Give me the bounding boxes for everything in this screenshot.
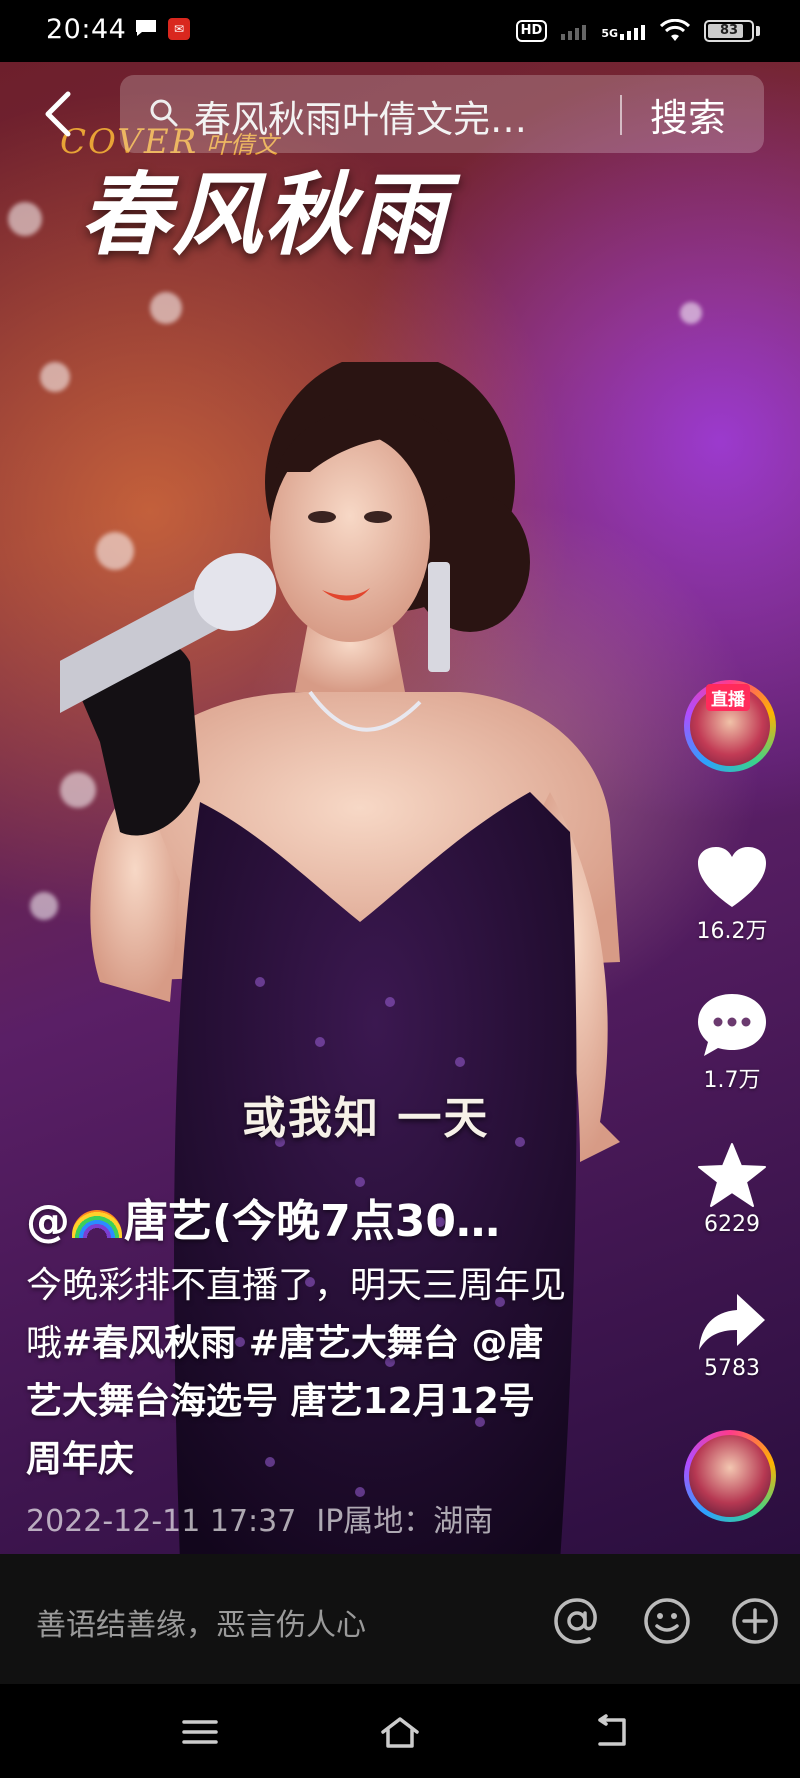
search-bar[interactable]: 春风秋雨叶倩文完… 搜索: [120, 75, 764, 153]
comment-input[interactable]: 善语结善缘，恶言伤人心: [36, 1600, 366, 1644]
signal-strong-icon: [620, 25, 645, 40]
comment-count: 1.7万: [703, 1068, 761, 1093]
comment-button[interactable]: 1.7万: [680, 992, 784, 1094]
share-button[interactable]: 5783: [680, 1292, 784, 1381]
battery-tip: [756, 26, 760, 36]
star-icon: [698, 1143, 766, 1207]
like-count: 16.2万: [696, 919, 768, 944]
author-avatar-image: [689, 1435, 771, 1517]
hd-badge: HD: [515, 20, 548, 42]
search-button[interactable]: 搜索: [650, 87, 726, 142]
hashtag-link[interactable]: #春风秋雨: [62, 1323, 236, 1364]
lyric-subtitle: 或我知 一天: [242, 1093, 490, 1144]
bokeh-light: [30, 892, 58, 920]
system-nav-bar: [0, 1684, 800, 1778]
emoji-icon[interactable]: [642, 1596, 692, 1646]
ip-location: IP属地：湖南: [316, 1504, 494, 1539]
status-indicators: HD 5G 83: [515, 14, 760, 48]
search-divider: [620, 95, 622, 135]
status-time: 20:44: [46, 14, 127, 45]
plus-icon[interactable]: [730, 1596, 780, 1646]
wifi-icon: [660, 19, 690, 41]
author-avatar[interactable]: [684, 1430, 776, 1522]
message-icon: [136, 20, 156, 36]
song-title-art: 春风秋雨: [80, 162, 448, 268]
battery-icon: 83: [704, 20, 754, 42]
live-avatar[interactable]: 直播: [684, 680, 776, 772]
comment-bar: 善语结善缘，恶言伤人心: [0, 1554, 800, 1684]
comment-icon: [698, 994, 766, 1056]
bokeh-light: [8, 202, 42, 236]
back-nav-icon[interactable]: [592, 1714, 632, 1750]
heart-icon: [698, 847, 766, 907]
signal-5g: 5G: [601, 22, 646, 40]
video-caption: 今晚彩排不直播了，明天三周年见哦#春风秋雨 #唐艺大舞台 @唐艺大舞台海选号 唐…: [26, 1257, 566, 1489]
back-button[interactable]: [38, 88, 78, 140]
home-icon[interactable]: [380, 1714, 420, 1750]
bokeh-light: [150, 292, 182, 324]
favorite-button[interactable]: 6229: [680, 1142, 784, 1237]
search-icon: [150, 99, 178, 127]
at-icon[interactable]: [552, 1596, 602, 1646]
post-date: 2022-12-11 17:37: [26, 1504, 297, 1539]
search-input[interactable]: 春风秋雨叶倩文完…: [194, 89, 594, 143]
network-label: 5G: [601, 27, 618, 40]
signal-weak-icon: [561, 25, 587, 40]
live-badge: 直播: [706, 684, 750, 711]
menu-icon[interactable]: [180, 1714, 220, 1750]
author-name-text: 唐艺(今晚7点30…: [124, 1196, 500, 1247]
bokeh-light: [680, 302, 702, 324]
app-notification-icon: ✉: [168, 18, 190, 40]
author-name[interactable]: @ 唐艺(今晚7点30…: [26, 1185, 500, 1249]
hashtag-link[interactable]: #唐艺大舞台: [249, 1323, 459, 1364]
rainbow-emoji-icon: [72, 1210, 122, 1238]
share-icon: [699, 1294, 765, 1350]
status-bar: 20:44 ✉ HD 5G 83: [0, 0, 800, 62]
like-button[interactable]: 16.2万: [680, 845, 784, 945]
post-meta: 2022-12-11 17:37 IP属地：湖南: [26, 1496, 493, 1540]
battery-percent: 83: [719, 23, 739, 38]
share-count: 5783: [704, 1356, 760, 1381]
favorite-count: 6229: [704, 1212, 760, 1237]
author-at-sign: @: [26, 1196, 70, 1247]
